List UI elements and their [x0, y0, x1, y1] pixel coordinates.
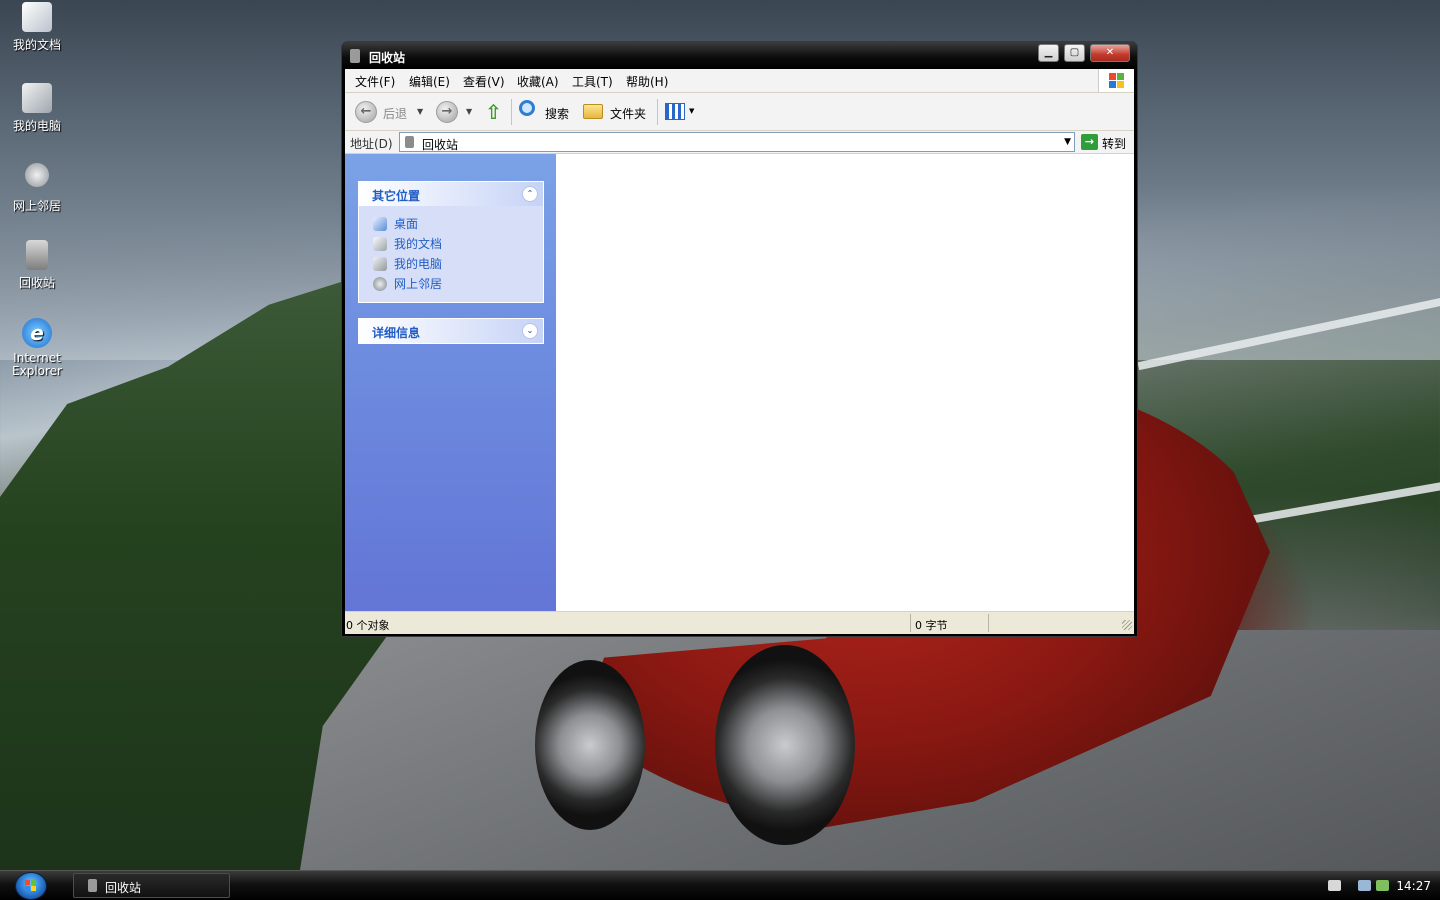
- up-folder-button[interactable]: ⇧: [483, 100, 505, 124]
- views-grid-icon: [665, 103, 685, 120]
- windows-flag-icon: [25, 880, 37, 892]
- my-documents-icon: [373, 237, 387, 251]
- status-object-count: 0 个对象: [346, 619, 390, 632]
- minimize-icon: ▁: [1044, 47, 1053, 58]
- back-history-dropdown[interactable]: ▼: [417, 107, 423, 116]
- standard-toolbar: ← 后退 ▼ → ▼ ⇧ 搜索 文件夹 ▼: [345, 93, 1134, 131]
- taskbar-button-label: 回收站: [105, 881, 142, 895]
- other-places-link-my-documents[interactable]: 我的文档: [394, 235, 442, 252]
- details-header[interactable]: 详细信息 ⌄: [359, 319, 543, 343]
- window-client-area: 文件(F) 编辑(E) 查看(V) 收藏(A) 工具(T) 帮助(H) ← 后退…: [345, 69, 1134, 634]
- network-tray-icon[interactable]: [1358, 880, 1371, 891]
- address-dropdown-icon[interactable]: ▼: [1064, 137, 1071, 147]
- my-documents-icon: [22, 2, 52, 32]
- address-input[interactable]: 回收站 ▼: [399, 132, 1075, 152]
- go-button[interactable]: → 转到: [1080, 133, 1130, 152]
- system-tray: 14:27: [1320, 871, 1440, 900]
- file-list-area[interactable]: [556, 154, 1134, 611]
- details-panel: 详细信息 ⌄: [358, 318, 544, 344]
- my-computer-icon: [373, 257, 387, 271]
- status-divider: [910, 614, 911, 632]
- close-icon: ✕: [1105, 47, 1115, 58]
- desktop-icon-my-documents[interactable]: 我的文档: [4, 2, 70, 53]
- forward-button[interactable]: →: [436, 101, 458, 123]
- windows-logo-icon: [1098, 69, 1134, 92]
- menu-help[interactable]: 帮助(H): [626, 73, 668, 90]
- recycle-bin-icon: [26, 240, 48, 270]
- menu-bar: 文件(F) 编辑(E) 查看(V) 收藏(A) 工具(T) 帮助(H): [345, 69, 1134, 93]
- other-places-title: 其它位置: [372, 189, 421, 203]
- status-byte-count: 0 字节: [915, 619, 948, 632]
- window-titlebar[interactable]: 回收站 ▁ ▢ ✕: [342, 42, 1137, 70]
- keyboard-icon[interactable]: [1328, 880, 1341, 891]
- desktop-icon: [373, 217, 387, 231]
- menu-edit[interactable]: 编辑(E): [409, 73, 450, 90]
- details-title: 详细信息: [372, 326, 421, 340]
- wallpaper-road-line: [1230, 480, 1440, 528]
- forward-history-dropdown[interactable]: ▼: [466, 107, 472, 116]
- window-title: 回收站: [369, 51, 406, 65]
- collapse-chevron-icon[interactable]: ⌃: [522, 186, 538, 202]
- menu-tools[interactable]: 工具(T): [572, 73, 613, 90]
- close-button[interactable]: ✕: [1090, 44, 1130, 62]
- search-icon: [519, 100, 535, 116]
- toolbar-separator: [657, 99, 658, 125]
- chevron-down-icon: ▼: [689, 107, 695, 115]
- desktop-icon-internet-explorer[interactable]: e Internet Explorer: [4, 318, 70, 378]
- other-places-panel: 其它位置 ⌃ 桌面 我的文档 我的电脑 网上邻居: [358, 181, 544, 303]
- search-button[interactable]: 搜索: [517, 99, 573, 125]
- menu-favorites[interactable]: 收藏(A): [517, 73, 559, 90]
- internet-explorer-icon: e: [22, 318, 52, 348]
- forward-arrow-icon: →: [441, 104, 453, 119]
- search-label: 搜索: [545, 107, 570, 121]
- maximize-icon: ▢: [1069, 47, 1080, 58]
- taskbar-clock[interactable]: 14:27: [1396, 879, 1431, 893]
- go-label: 转到: [1102, 137, 1127, 151]
- desktop-icon-network-places[interactable]: 网上邻居: [4, 163, 70, 214]
- other-places-link-desktop[interactable]: 桌面: [394, 215, 418, 232]
- taskbar: 回收站 14:27: [0, 870, 1440, 900]
- task-pane: 其它位置 ⌃ 桌面 我的文档 我的电脑 网上邻居 详细信息 ⌄: [345, 154, 556, 611]
- menu-file[interactable]: 文件(F): [355, 73, 395, 90]
- other-places-header[interactable]: 其它位置 ⌃: [359, 182, 543, 206]
- wallpaper-car-wheel: [715, 645, 855, 845]
- back-label[interactable]: 后退: [383, 105, 407, 122]
- maximize-button[interactable]: ▢: [1064, 44, 1085, 62]
- desktop-icon-my-computer[interactable]: 我的电脑: [4, 83, 70, 134]
- status-bar: 0 个对象 0 字节: [345, 611, 1134, 634]
- menu-view[interactable]: 查看(V): [463, 73, 505, 90]
- security-tray-icon[interactable]: [1376, 880, 1389, 891]
- folders-button[interactable]: 文件夹: [581, 99, 651, 125]
- other-places-link-my-computer[interactable]: 我的电脑: [394, 255, 442, 272]
- up-arrow-icon: ⇧: [485, 100, 502, 124]
- expand-chevron-icon[interactable]: ⌄: [522, 323, 538, 339]
- desktop-icon-recycle-bin[interactable]: 回收站: [4, 240, 70, 291]
- network-places-icon: [25, 163, 49, 187]
- folder-icon: [583, 104, 603, 119]
- my-computer-icon: [22, 83, 52, 113]
- other-places-link-network[interactable]: 网上邻居: [394, 275, 442, 292]
- address-label: 地址(D): [350, 137, 393, 151]
- taskbar-button-recycle-bin[interactable]: 回收站: [73, 873, 230, 898]
- recycle-bin-icon: [88, 879, 97, 892]
- back-button[interactable]: ←: [355, 101, 377, 123]
- recycle-bin-icon: [405, 136, 414, 148]
- recycle-bin-window: 回收站 ▁ ▢ ✕ 文件(F) 编辑(E) 查看(V) 收藏(A) 工具(T) …: [341, 41, 1138, 637]
- recycle-bin-icon: [350, 49, 360, 63]
- network-places-icon: [373, 277, 387, 291]
- wallpaper-car-wheel: [535, 660, 645, 830]
- minimize-button[interactable]: ▁: [1038, 44, 1059, 62]
- views-button[interactable]: ▼: [664, 101, 696, 123]
- start-button[interactable]: [15, 872, 47, 900]
- toolbar-separator: [511, 99, 512, 125]
- status-divider: [988, 614, 989, 632]
- go-arrow-icon: →: [1081, 134, 1098, 150]
- resize-grip-icon[interactable]: [1122, 620, 1132, 630]
- address-value: 回收站: [422, 138, 459, 152]
- address-bar: 地址(D) 回收站 ▼ → 转到: [345, 131, 1134, 154]
- folders-label: 文件夹: [610, 107, 647, 121]
- back-arrow-icon: ←: [360, 104, 372, 119]
